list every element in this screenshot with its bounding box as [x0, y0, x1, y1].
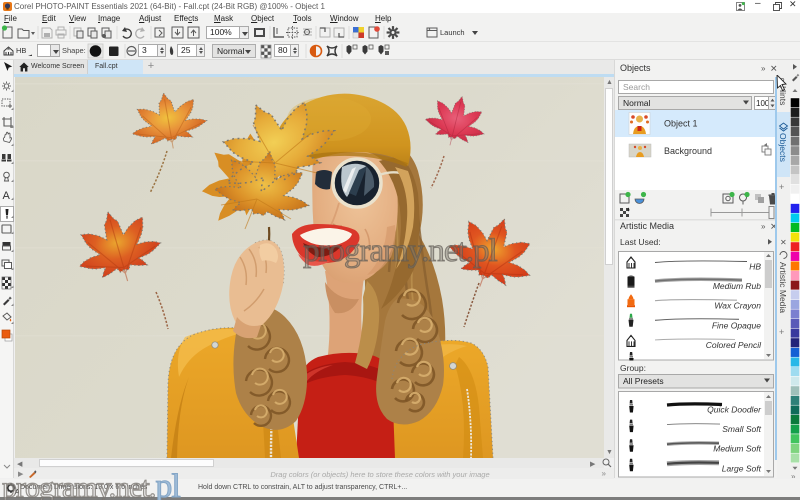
svg-text:Normal: Normal — [623, 98, 651, 108]
svg-text:Group:: Group: — [620, 363, 646, 373]
svg-text:Large Soft: Large Soft — [722, 463, 762, 473]
svg-text:All Presets: All Presets — [623, 376, 664, 386]
svg-text:A: A — [3, 190, 11, 202]
svg-text:Artistic Media: Artistic Media — [620, 221, 674, 231]
svg-text:Fine Opaque: Fine Opaque — [712, 320, 761, 330]
svg-text:Quick Doodler: Quick Doodler — [707, 405, 762, 415]
svg-text:100: 100 — [756, 99, 770, 108]
svg-text:Wax Crayon: Wax Crayon — [714, 301, 761, 311]
svg-text:Last Used:: Last Used: — [620, 237, 661, 247]
svg-text:»: » — [761, 222, 766, 231]
svg-text:Background: Background — [664, 146, 712, 156]
svg-text:Colored Pencil: Colored Pencil — [706, 340, 762, 350]
svg-text:Objects: Objects — [620, 63, 651, 73]
svg-text:+: + — [779, 182, 784, 192]
svg-text:HB: HB — [749, 262, 761, 272]
svg-text:Medium Rub: Medium Rub — [713, 281, 761, 291]
svg-text:Search: Search — [623, 82, 650, 92]
svg-text:✕: ✕ — [780, 238, 787, 247]
svg-text:Small Soft: Small Soft — [722, 424, 761, 434]
svg-text:+: + — [779, 327, 784, 337]
svg-text:»: » — [761, 64, 766, 73]
svg-text:»: » — [791, 472, 796, 478]
svg-text:Medium Soft: Medium Soft — [713, 444, 761, 454]
svg-text:Object 1: Object 1 — [664, 119, 698, 129]
